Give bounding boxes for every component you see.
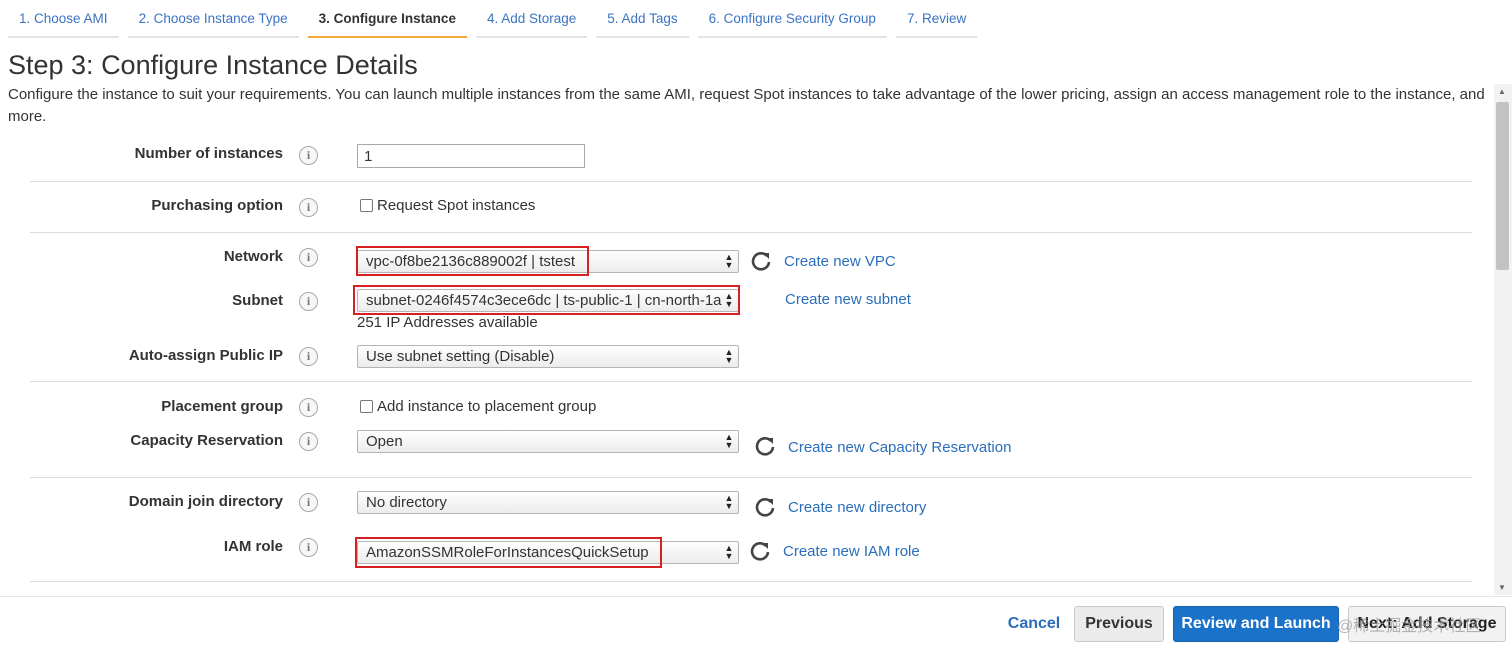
refresh-icon[interactable] xyxy=(750,250,772,272)
divider xyxy=(30,581,1472,582)
create-new-iam-role-link[interactable]: Create new IAM role xyxy=(783,543,920,560)
number-of-instances-label: Number of instances xyxy=(134,145,283,162)
next-add-storage-button[interactable]: Next: Add Storage xyxy=(1348,606,1506,642)
refresh-icon[interactable] xyxy=(754,496,776,518)
select-arrows-icon: ▲ ▼ xyxy=(724,291,734,309)
auto-assign-ip-select[interactable]: Use subnet setting (Disable) ▲ ▼ xyxy=(357,345,739,368)
previous-button[interactable]: Previous xyxy=(1074,606,1164,642)
tab-choose-ami[interactable]: 1. Choose AMI xyxy=(8,0,119,38)
capacity-reservation-select-value: Open xyxy=(366,433,403,450)
info-icon[interactable]: i xyxy=(299,292,318,311)
auto-assign-ip-select-value: Use subnet setting (Disable) xyxy=(366,348,555,365)
select-arrows-icon: ▲ ▼ xyxy=(724,347,734,365)
info-icon[interactable]: i xyxy=(299,198,318,217)
select-arrows-icon: ▲ ▼ xyxy=(724,252,734,270)
tab-configure-security-group[interactable]: 6. Configure Security Group xyxy=(697,0,887,38)
request-spot-checkbox-row[interactable]: Request Spot instances xyxy=(360,197,535,214)
info-icon[interactable]: i xyxy=(299,398,318,417)
footer-divider xyxy=(0,596,1512,597)
page-title: Step 3: Configure Instance Details xyxy=(8,50,418,80)
iam-role-label: IAM role xyxy=(223,538,283,555)
create-new-subnet-link[interactable]: Create new subnet xyxy=(785,291,911,308)
tab-add-tags[interactable]: 5. Add Tags xyxy=(596,0,689,38)
select-arrows-icon: ▲ ▼ xyxy=(724,432,734,450)
tab-configure-instance[interactable]: 3. Configure Instance xyxy=(307,0,467,38)
placement-group-checkbox-label: Add instance to placement group xyxy=(377,398,597,415)
refresh-icon[interactable] xyxy=(754,435,776,457)
divider xyxy=(30,232,1472,233)
scroll-up-icon[interactable]: ▲ xyxy=(1498,87,1506,96)
iam-role-select[interactable]: AmazonSSMRoleForInstancesQuickSetup ▲ ▼ xyxy=(357,541,739,564)
info-icon[interactable]: i xyxy=(299,493,318,512)
tab-add-storage[interactable]: 4. Add Storage xyxy=(475,0,588,38)
scrollbar-thumb[interactable] xyxy=(1496,102,1509,270)
purchasing-option-label: Purchasing option xyxy=(151,197,283,214)
vertical-scrollbar[interactable]: ▲ ▼ xyxy=(1494,84,1512,595)
placement-group-label: Placement group xyxy=(161,398,283,415)
create-new-vpc-link[interactable]: Create new VPC xyxy=(784,253,896,270)
number-of-instances-input[interactable] xyxy=(357,144,585,168)
info-icon[interactable]: i xyxy=(299,538,318,557)
network-select-value: vpc-0f8be2136c889002f | tstest xyxy=(366,253,576,270)
divider xyxy=(30,477,1472,478)
capacity-reservation-label: Capacity Reservation xyxy=(130,432,283,449)
cancel-button[interactable]: Cancel xyxy=(998,606,1070,642)
ip-addresses-available: 251 IP Addresses available xyxy=(357,314,538,331)
placement-group-checkbox[interactable] xyxy=(360,400,373,413)
info-icon[interactable]: i xyxy=(299,347,318,366)
select-arrows-icon: ▲ ▼ xyxy=(724,543,734,561)
placement-group-checkbox-row[interactable]: Add instance to placement group xyxy=(360,398,596,415)
wizard-tabs: 1. Choose AMI 2. Choose Instance Type 3.… xyxy=(8,0,986,40)
review-and-launch-button[interactable]: Review and Launch xyxy=(1173,606,1339,642)
info-icon[interactable]: i xyxy=(299,146,318,165)
subnet-select[interactable]: subnet-0246f4574c3ece6dc | ts-public-1 |… xyxy=(357,289,739,312)
info-icon[interactable]: i xyxy=(299,248,318,267)
capacity-reservation-select[interactable]: Open ▲ ▼ xyxy=(357,430,739,453)
domain-join-label: Domain join directory xyxy=(128,493,283,510)
network-select[interactable]: vpc-0f8be2136c889002f | tstest ▲ ▼ xyxy=(357,250,739,273)
select-arrows-icon: ▲ ▼ xyxy=(724,493,734,511)
iam-role-select-value: AmazonSSMRoleForInstancesQuickSetup xyxy=(366,544,649,561)
create-new-capacity-reservation-link[interactable]: Create new Capacity Reservation xyxy=(788,439,1011,456)
tab-choose-instance-type[interactable]: 2. Choose Instance Type xyxy=(127,0,299,38)
auto-assign-ip-label: Auto-assign Public IP xyxy=(128,347,283,364)
divider xyxy=(30,381,1472,382)
domain-join-select-value: No directory xyxy=(366,494,447,511)
subnet-label: Subnet xyxy=(232,292,283,309)
tab-review[interactable]: 7. Review xyxy=(895,0,978,38)
create-new-directory-link[interactable]: Create new directory xyxy=(788,499,926,516)
request-spot-label: Request Spot instances xyxy=(377,197,536,214)
subnet-select-value: subnet-0246f4574c3ece6dc | ts-public-1 |… xyxy=(366,292,722,309)
scroll-down-icon[interactable]: ▼ xyxy=(1498,583,1506,592)
divider xyxy=(30,181,1472,182)
request-spot-checkbox[interactable] xyxy=(360,199,373,212)
info-icon[interactable]: i xyxy=(299,432,318,451)
domain-join-select[interactable]: No directory ▲ ▼ xyxy=(357,491,739,514)
refresh-icon[interactable] xyxy=(749,540,771,562)
network-label: Network xyxy=(223,248,283,265)
page-description: Configure the instance to suit your requ… xyxy=(8,86,1485,125)
